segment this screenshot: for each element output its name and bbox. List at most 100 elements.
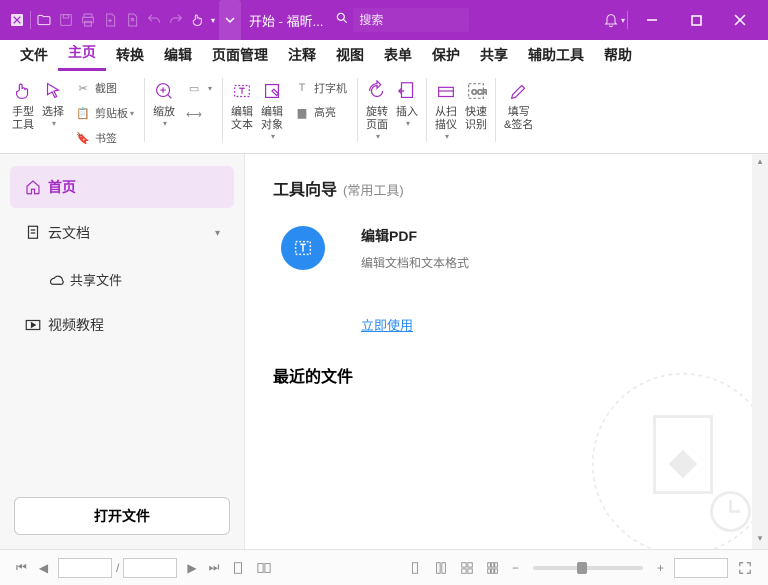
doc-add-icon[interactable] xyxy=(99,0,121,40)
last-page-button[interactable]: ⏭ xyxy=(203,560,226,575)
vertical-scrollbar[interactable]: ▴ ▾ xyxy=(752,154,768,549)
menu-help[interactable]: 帮助 xyxy=(594,39,642,71)
insert-button[interactable]: 插入▾ xyxy=(392,78,422,128)
label: 编辑 文本 xyxy=(231,106,253,132)
bookmark-icon: 🔖 xyxy=(74,132,92,145)
annotate-group: T打字机 ▆高亮 xyxy=(287,78,353,148)
use-now-link[interactable]: 立即使用 xyxy=(361,315,413,334)
minimize-button[interactable] xyxy=(630,0,674,40)
menu-page[interactable]: 页面管理 xyxy=(202,39,278,71)
sidebar-item-home[interactable]: 首页 xyxy=(10,166,234,208)
wizard-heading: 工具向导(常用工具) xyxy=(273,176,740,200)
chevron-down-icon[interactable]: ▾ xyxy=(376,132,380,141)
doc-arrow-icon[interactable] xyxy=(121,0,143,40)
sidebar-item-shared[interactable]: 共享文件 xyxy=(10,258,234,300)
window-title: 开始 - 福昕... xyxy=(245,11,327,30)
slider-thumb[interactable] xyxy=(577,562,587,574)
close-button[interactable] xyxy=(718,0,762,40)
first-page-button[interactable]: ⏮ xyxy=(10,560,33,575)
divider xyxy=(426,78,427,142)
chevron-down-icon[interactable]: ▾ xyxy=(445,132,449,141)
zoom-in-button[interactable]: + xyxy=(651,561,670,575)
sidebar-item-video[interactable]: 视频教程 xyxy=(10,304,234,346)
rotate-button[interactable]: 旋转 页面▾ xyxy=(362,78,392,141)
menu-home[interactable]: 主页 xyxy=(58,36,106,71)
chevron-down-icon: ▾ xyxy=(215,228,220,239)
chevron-down-icon[interactable]: ▾ xyxy=(211,16,215,25)
page-number-input[interactable] xyxy=(58,558,112,578)
video-icon xyxy=(24,316,48,334)
layout-1-icon[interactable] xyxy=(402,561,428,575)
open-file-button[interactable]: 打开文件 xyxy=(14,497,230,535)
scroll-down-icon[interactable]: ▾ xyxy=(758,533,763,547)
hand-dropdown-icon[interactable] xyxy=(187,0,209,40)
zoom-button[interactable]: 缩放▾ xyxy=(149,78,179,128)
undo-icon[interactable] xyxy=(143,0,165,40)
next-page-button[interactable]: ▶ xyxy=(181,561,202,575)
maximize-button[interactable] xyxy=(674,0,718,40)
menu-comment[interactable]: 注释 xyxy=(278,39,326,71)
layout-3-icon[interactable] xyxy=(454,561,480,575)
menu-protect[interactable]: 保护 xyxy=(422,39,470,71)
typewriter-button[interactable]: T打字机 xyxy=(293,78,347,98)
zoom-slider[interactable] xyxy=(533,566,643,570)
bookmark-button[interactable]: 🔖书签 xyxy=(74,128,117,148)
label: 插入 xyxy=(396,106,418,119)
hand-tool-button[interactable]: 手型 工具 xyxy=(8,78,38,132)
menu-view[interactable]: 视图 xyxy=(326,39,374,71)
sidebar-item-cloud[interactable]: 云文档▾ xyxy=(10,212,234,254)
chevron-down-icon[interactable]: ▾ xyxy=(406,119,410,128)
fill-sign-button[interactable]: 填写 &签名 xyxy=(500,78,537,132)
edit-object-icon xyxy=(261,78,283,104)
print-icon[interactable] xyxy=(77,0,99,40)
menu-share[interactable]: 共享 xyxy=(470,39,518,71)
label: 快速 识别 xyxy=(465,106,487,132)
edit-object-button[interactable]: 编辑 对象▾ xyxy=(257,78,287,141)
zoom-out-button[interactable]: − xyxy=(506,561,525,575)
tool-title: 编辑PDF xyxy=(361,226,469,246)
view-single-icon[interactable] xyxy=(225,561,251,575)
select-button[interactable]: 选择▾ xyxy=(38,78,68,128)
edit-pdf-icon[interactable] xyxy=(281,226,325,270)
ribbon: 手型 工具 选择▾ ✂截图 📋剪贴板▾ 🔖书签 缩放▾ ▭▾ ⟷ 编辑 文本 编… xyxy=(0,72,768,154)
chevron-down-icon[interactable]: ▾ xyxy=(271,132,275,141)
quick-dropdown-icon[interactable] xyxy=(219,0,241,40)
app-logo-icon[interactable] xyxy=(6,0,28,40)
chevron-down-icon[interactable]: ▾ xyxy=(163,119,167,128)
clipboard-button[interactable]: 📋剪贴板▾ xyxy=(74,103,134,123)
scan-button[interactable]: 从扫 描仪▾ xyxy=(431,78,461,141)
layout-4-icon[interactable] xyxy=(480,561,506,575)
highlight-button[interactable]: ▆高亮 xyxy=(293,102,336,122)
fit-page-button[interactable]: ▭▾ xyxy=(185,78,212,98)
menu-accessibility[interactable]: 辅助工具 xyxy=(518,39,594,71)
label: 手型 工具 xyxy=(12,106,34,132)
title-bar: ▾ 开始 - 福昕... ▾ xyxy=(0,0,768,40)
clipboard-group: ✂截图 📋剪贴板▾ 🔖书签 xyxy=(68,78,140,148)
pencil-icon xyxy=(508,78,530,104)
search-box[interactable] xyxy=(335,8,469,32)
snip-button[interactable]: ✂截图 xyxy=(74,78,117,98)
chevron-down-icon[interactable]: ▾ xyxy=(52,119,56,128)
page-total-input[interactable] xyxy=(123,558,177,578)
menu-edit[interactable]: 编辑 xyxy=(154,39,202,71)
layout-2-icon[interactable] xyxy=(428,561,454,575)
zoom-input[interactable] xyxy=(674,558,728,578)
redo-icon[interactable] xyxy=(165,0,187,40)
ocr-button[interactable]: OCR快速 识别 xyxy=(461,78,491,132)
save-icon[interactable] xyxy=(55,0,77,40)
menu-form[interactable]: 表单 xyxy=(374,39,422,71)
zoom-icon xyxy=(153,78,175,104)
divider xyxy=(357,78,358,142)
bell-icon[interactable]: ▾ xyxy=(603,0,625,40)
prev-page-button[interactable]: ◀ xyxy=(33,561,54,575)
fit-width-button[interactable]: ⟷ xyxy=(185,104,206,124)
menu-convert[interactable]: 转换 xyxy=(106,39,154,71)
fullscreen-button[interactable] xyxy=(732,561,758,575)
edit-text-button[interactable]: 编辑 文本 xyxy=(227,78,257,132)
scroll-up-icon[interactable]: ▴ xyxy=(758,156,763,170)
menu-file[interactable]: 文件 xyxy=(10,39,58,71)
search-input[interactable] xyxy=(353,8,469,32)
label: 从扫 描仪 xyxy=(435,106,457,132)
view-facing-icon[interactable] xyxy=(251,561,277,575)
open-icon[interactable] xyxy=(33,0,55,40)
